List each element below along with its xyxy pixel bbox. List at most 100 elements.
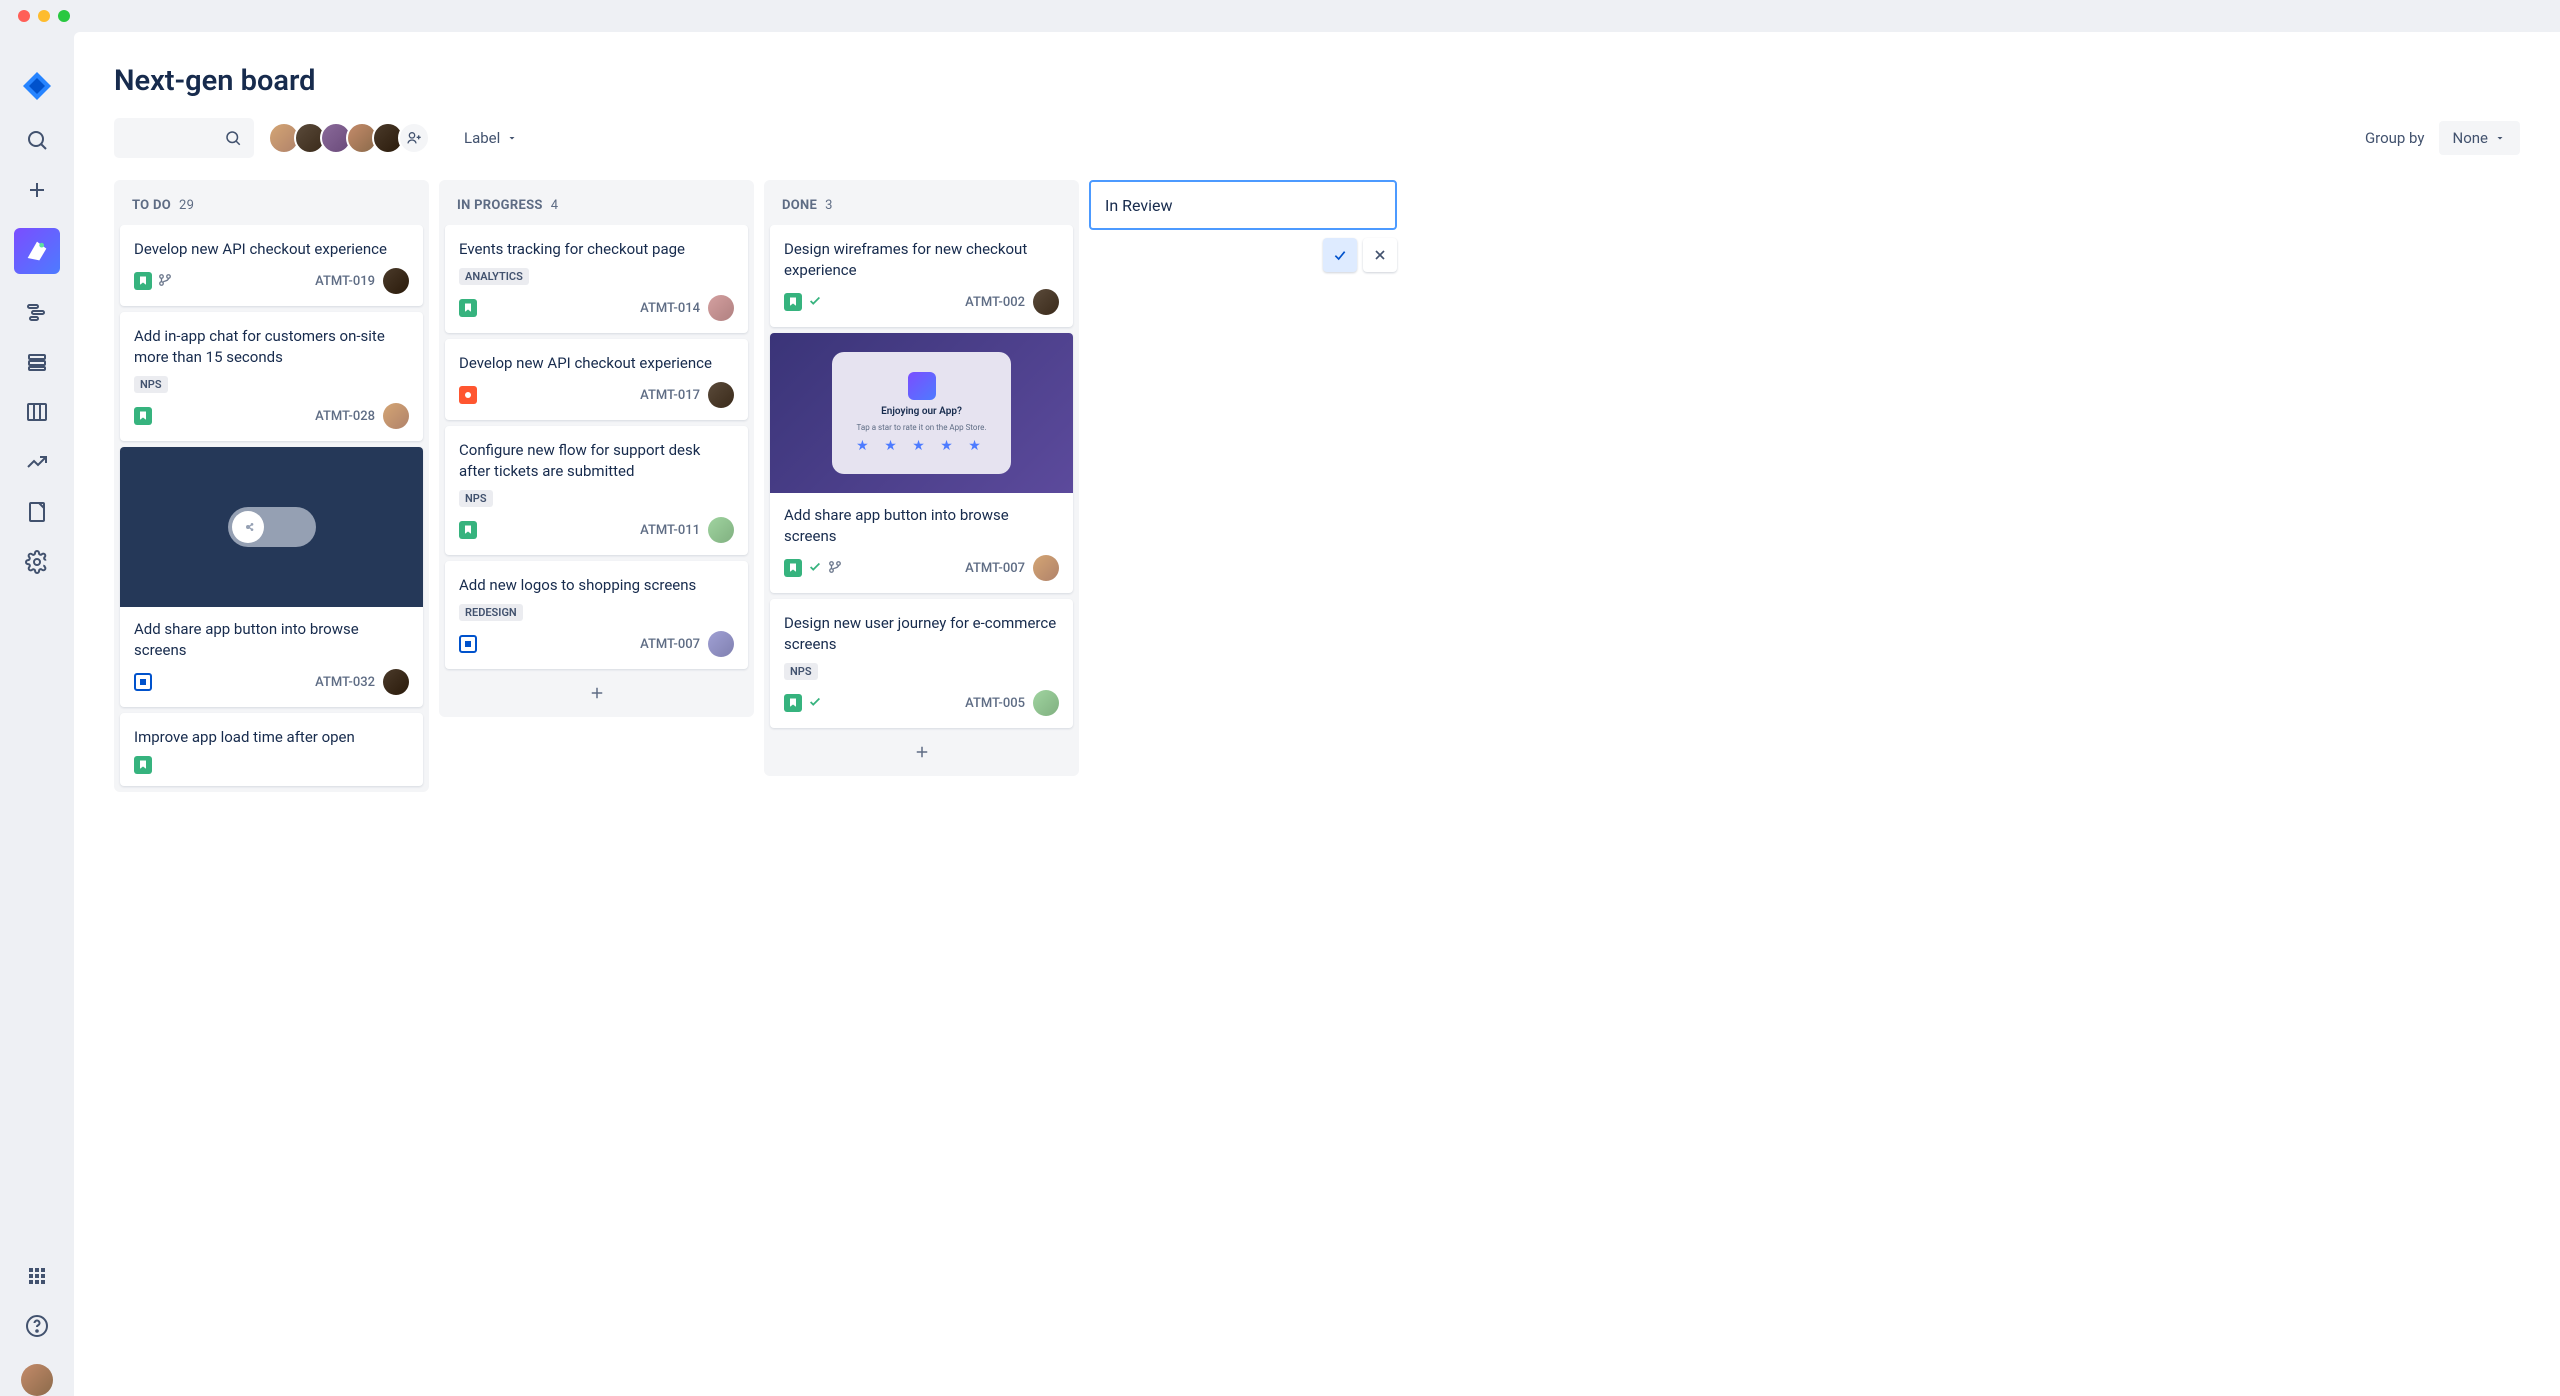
card-title: Add share app button into browse screens [134, 619, 409, 661]
jira-logo-icon[interactable] [21, 70, 53, 102]
issue-card[interactable]: Improve app load time after open [120, 713, 423, 786]
assignee-avatar[interactable] [1033, 690, 1059, 716]
label-dropdown-text: Label [464, 129, 500, 147]
assignee-avatar[interactable] [708, 382, 734, 408]
close-icon [1372, 247, 1388, 263]
issue-card[interactable]: Configure new flow for support desk afte… [445, 426, 748, 555]
card-title: Design new user journey for e-commerce s… [784, 613, 1059, 655]
new-column-form [1089, 180, 1397, 272]
page-title: Next-gen board [114, 64, 2520, 98]
assignee-avatar[interactable] [1033, 289, 1059, 315]
confirm-button[interactable] [1323, 238, 1357, 272]
card-title: Add new logos to shopping screens [459, 575, 734, 596]
add-person-button[interactable] [398, 122, 430, 154]
task-issue-icon [459, 635, 477, 653]
column-name: IN PROGRESS [457, 198, 543, 213]
card-tag: NPS [459, 490, 493, 507]
card-title: Add in-app chat for customers on-site mo… [134, 326, 409, 368]
assignee-avatar[interactable] [708, 517, 734, 543]
story-issue-icon [784, 694, 802, 712]
issue-card[interactable]: Enjoying our App?Tap a star to rate it o… [770, 333, 1073, 593]
issue-card[interactable]: Add share app button into browse screens… [120, 447, 423, 707]
kanban-board: TO DO29Develop new API checkout experien… [114, 180, 2520, 1364]
chevron-down-icon [506, 132, 518, 144]
issue-key: ATMT-011 [640, 523, 700, 538]
story-issue-icon [784, 559, 802, 577]
toolbar: Label Group by None [114, 118, 2520, 158]
card-title: Improve app load time after open [134, 727, 409, 748]
board-column: IN PROGRESS 4 Events tracking for checkout… [439, 180, 754, 717]
card-cover-image: Enjoying our App?Tap a star to rate it o… [770, 333, 1073, 493]
issue-key: ATMT-019 [315, 274, 375, 289]
groupby-value: None [2453, 129, 2489, 147]
card-title: Develop new API checkout experience [459, 353, 734, 374]
story-issue-icon [134, 756, 152, 774]
issue-card[interactable]: Develop new API checkout experience ATMT-… [120, 225, 423, 306]
search-input[interactable] [114, 118, 254, 158]
assignee-avatar[interactable] [708, 631, 734, 657]
window-close-button[interactable] [18, 10, 30, 22]
column-header[interactable]: TO DO29 [114, 180, 429, 225]
help-icon[interactable] [25, 1314, 49, 1338]
card-tag: NPS [134, 376, 168, 393]
assignee-avatar[interactable] [708, 295, 734, 321]
settings-icon[interactable] [25, 550, 49, 574]
backlog-icon[interactable] [25, 350, 49, 374]
board-icon[interactable] [25, 400, 49, 424]
column-count: 3 [825, 198, 833, 213]
left-rail [0, 32, 74, 1396]
add-card-button[interactable] [445, 675, 748, 711]
card-tag: REDESIGN [459, 604, 523, 621]
issue-card[interactable]: Add new logos to shopping screens REDESIG… [445, 561, 748, 669]
column-header[interactable]: DONE 3 [764, 180, 1079, 225]
branch-icon [158, 272, 172, 291]
plus-icon [588, 684, 606, 702]
issue-key: ATMT-032 [315, 675, 375, 690]
project-icon[interactable] [14, 228, 60, 274]
story-issue-icon [459, 299, 477, 317]
column-name: DONE [782, 198, 817, 213]
card-title: Design wireframes for new checkout exper… [784, 239, 1059, 281]
column-header[interactable]: IN PROGRESS 4 [439, 180, 754, 225]
done-check-icon [808, 293, 822, 312]
cancel-button[interactable] [1363, 238, 1397, 272]
groupby-label: Group by [2365, 129, 2425, 147]
assignee-filter [268, 122, 430, 154]
roadmap-icon[interactable] [25, 300, 49, 324]
issue-key: ATMT-005 [965, 696, 1025, 711]
card-title: Add share app button into browse screens [784, 505, 1059, 547]
issue-card[interactable]: Design new user journey for e-commerce s… [770, 599, 1073, 728]
apps-icon[interactable] [25, 1264, 49, 1288]
add-card-button[interactable] [770, 734, 1073, 770]
create-icon[interactable] [25, 178, 49, 202]
story-issue-icon [459, 521, 477, 539]
issue-card[interactable]: Design wireframes for new checkout exper… [770, 225, 1073, 327]
assignee-avatar[interactable] [383, 268, 409, 294]
done-check-icon [808, 694, 822, 713]
assignee-avatar[interactable] [1033, 555, 1059, 581]
issue-key: ATMT-014 [640, 301, 700, 316]
label-dropdown[interactable]: Label [464, 129, 518, 147]
window-maximize-button[interactable] [58, 10, 70, 22]
card-title: Events tracking for checkout page [459, 239, 734, 260]
new-column-input[interactable] [1089, 180, 1397, 230]
assignee-avatar[interactable] [383, 669, 409, 695]
column-count: 4 [551, 198, 559, 213]
issue-card[interactable]: Develop new API checkout experience ATMT-… [445, 339, 748, 420]
issue-card[interactable]: Events tracking for checkout pageANALYTI… [445, 225, 748, 333]
profile-avatar[interactable] [21, 1364, 53, 1396]
window-chrome [0, 0, 2560, 32]
issue-key: ATMT-017 [640, 388, 700, 403]
search-icon[interactable] [25, 128, 49, 152]
task-issue-icon [134, 673, 152, 691]
assignee-avatar[interactable] [383, 403, 409, 429]
window-minimize-button[interactable] [38, 10, 50, 22]
reports-icon[interactable] [25, 450, 49, 474]
issue-card[interactable]: Add in-app chat for customers on-site mo… [120, 312, 423, 441]
pages-icon[interactable] [25, 500, 49, 524]
story-issue-icon [784, 293, 802, 311]
issue-key: ATMT-007 [640, 637, 700, 652]
card-title: Develop new API checkout experience [134, 239, 409, 260]
groupby-dropdown[interactable]: None [2439, 121, 2521, 155]
board-column: TO DO29Develop new API checkout experien… [114, 180, 429, 792]
